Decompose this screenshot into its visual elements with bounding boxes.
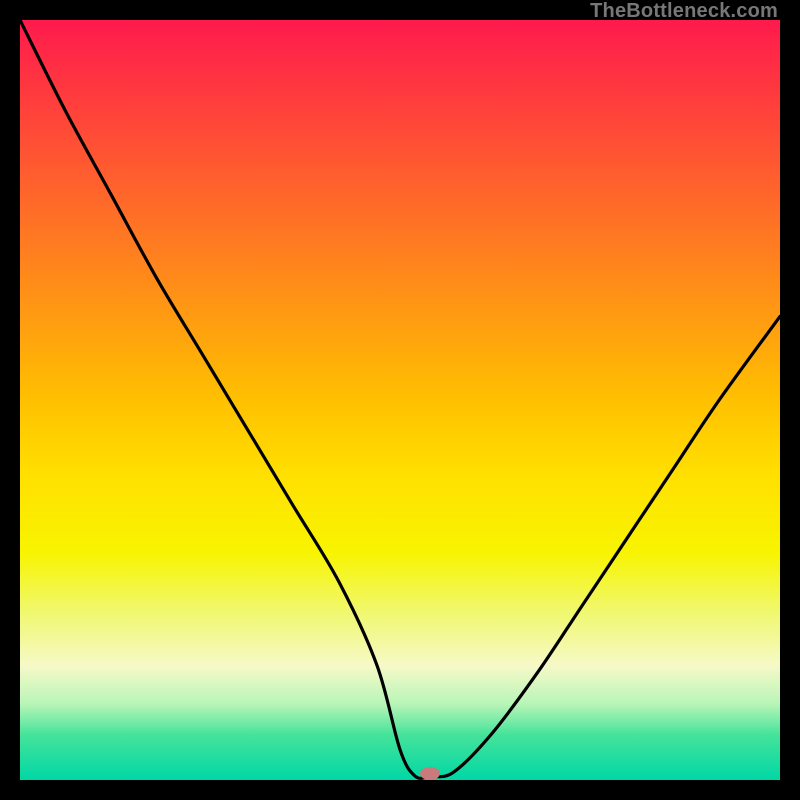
chart-frame: TheBottleneck.com — [0, 0, 800, 800]
watermark-text: TheBottleneck.com — [590, 0, 778, 23]
bottleneck-curve — [20, 20, 780, 780]
